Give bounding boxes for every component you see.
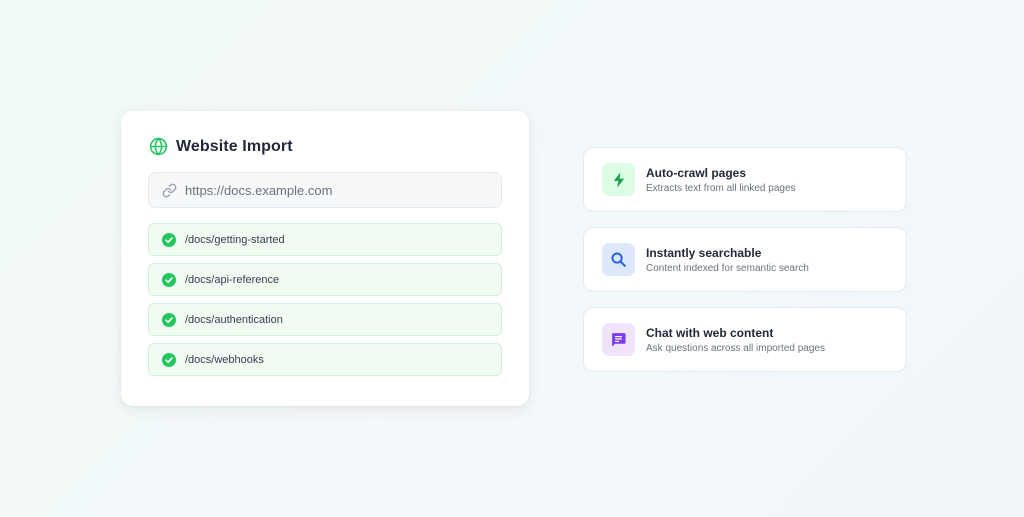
list-item: /docs/api-reference <box>148 263 502 296</box>
feature-description: Ask questions across all imported pages <box>646 342 825 354</box>
list-item: /docs/getting-started <box>148 223 502 256</box>
feature-card-auto-crawl: Auto-crawl pages Extracts text from all … <box>583 147 907 212</box>
link-icon <box>162 183 177 198</box>
feature-description: Extracts text from all linked pages <box>646 182 796 194</box>
card-header: Website Import <box>149 137 293 156</box>
list-item: /docs/authentication <box>148 303 502 336</box>
feature-text: Chat with web content Ask questions acro… <box>646 326 825 354</box>
globe-icon <box>149 137 168 156</box>
list-item: /docs/webhooks <box>148 343 502 376</box>
feature-title: Chat with web content <box>646 325 774 340</box>
chat-message-icon <box>602 323 635 356</box>
feature-card-searchable: Instantly searchable Content indexed for… <box>583 227 907 292</box>
page-path: /docs/authentication <box>185 313 283 326</box>
page-path: /docs/webhooks <box>185 353 264 366</box>
check-circle-icon <box>162 312 176 327</box>
search-icon <box>602 243 635 276</box>
feature-title: Auto-crawl pages <box>646 165 747 180</box>
card-title: Website Import <box>176 137 293 155</box>
check-circle-icon <box>162 232 176 247</box>
url-input[interactable] <box>185 182 485 198</box>
feature-text: Instantly searchable Content indexed for… <box>646 246 809 274</box>
feature-text: Auto-crawl pages Extracts text from all … <box>646 166 796 194</box>
check-circle-icon <box>162 352 176 367</box>
check-circle-icon <box>162 272 176 287</box>
page-path: /docs/api-reference <box>185 273 280 286</box>
website-import-card: Website Import /docs/getting-started <box>121 111 529 406</box>
url-field[interactable] <box>148 172 502 208</box>
feature-card-chat: Chat with web content Ask questions acro… <box>583 307 907 372</box>
lightning-bolt-icon <box>602 163 635 196</box>
imported-pages-list: /docs/getting-started /docs/api-referenc… <box>148 223 502 383</box>
page-path: /docs/getting-started <box>185 233 285 246</box>
feature-title: Instantly searchable <box>646 245 762 260</box>
feature-description: Content indexed for semantic search <box>646 262 809 274</box>
